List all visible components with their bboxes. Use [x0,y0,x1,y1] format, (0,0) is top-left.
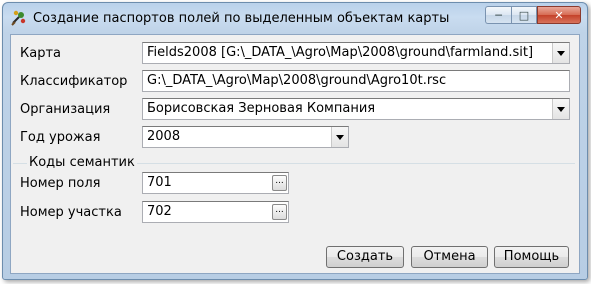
minimize-icon: ─ [495,8,502,22]
field-number-input[interactable]: 701 ... [142,172,289,194]
year-label: Год урожая [20,130,101,145]
ellipsis-button[interactable]: ... [272,175,287,191]
organization-label: Организация [20,102,111,117]
map-value: Fields2008 [G:\_DATA_\Agro\Map\2008\grou… [147,45,534,60]
create-button[interactable]: Создать [326,246,404,268]
year-dropdown[interactable]: 2008 [142,126,349,148]
organization-value: Борисовская Зерновая Компания [147,101,376,116]
plot-number-value: 702 [147,204,172,219]
maximize-icon: □ [518,8,530,22]
ellipsis-button[interactable]: ... [272,204,287,220]
field-number-label: Номер поля [20,176,101,191]
minimize-button[interactable]: ─ [485,6,511,24]
year-value: 2008 [147,129,181,144]
map-dropdown[interactable]: Fields2008 [G:\_DATA_\Agro\Map\2008\grou… [142,42,570,64]
chevron-down-icon[interactable] [331,127,348,147]
chevron-down-icon[interactable] [552,43,569,63]
app-icon [11,10,26,26]
semantic-codes-title: Коды семантик [27,155,137,170]
window-controls: ─ □ ✕ [485,6,581,24]
chevron-down-icon[interactable] [552,99,569,119]
maximize-button[interactable]: □ [511,6,537,24]
help-button[interactable]: Помощь [494,246,569,268]
cancel-button[interactable]: Отмена [411,246,488,268]
map-label: Карта [20,46,61,61]
classifier-label: Классификатор [20,74,128,89]
close-button[interactable]: ✕ [537,6,581,24]
classifier-value: G:\_DATA_\Agro\Map\2008\ground\Agro10t.r… [147,73,447,88]
organization-dropdown[interactable]: Борисовская Зерновая Компания [142,98,570,120]
field-number-value: 701 [147,175,172,190]
dialog-window: Создание паспортов полей по выделенным о… [2,2,588,280]
close-icon: ✕ [554,8,564,22]
dialog-body: Карта Fields2008 [G:\_DATA_\Agro\Map\200… [10,34,580,274]
title-bar[interactable]: Создание паспортов полей по выделенным о… [3,3,587,33]
classifier-input[interactable]: G:\_DATA_\Agro\Map\2008\ground\Agro10t.r… [142,70,570,92]
window-title: Создание паспортов полей по выделенным о… [33,11,450,26]
plot-number-input[interactable]: 702 ... [142,201,289,223]
plot-number-label: Номер участка [20,205,122,220]
